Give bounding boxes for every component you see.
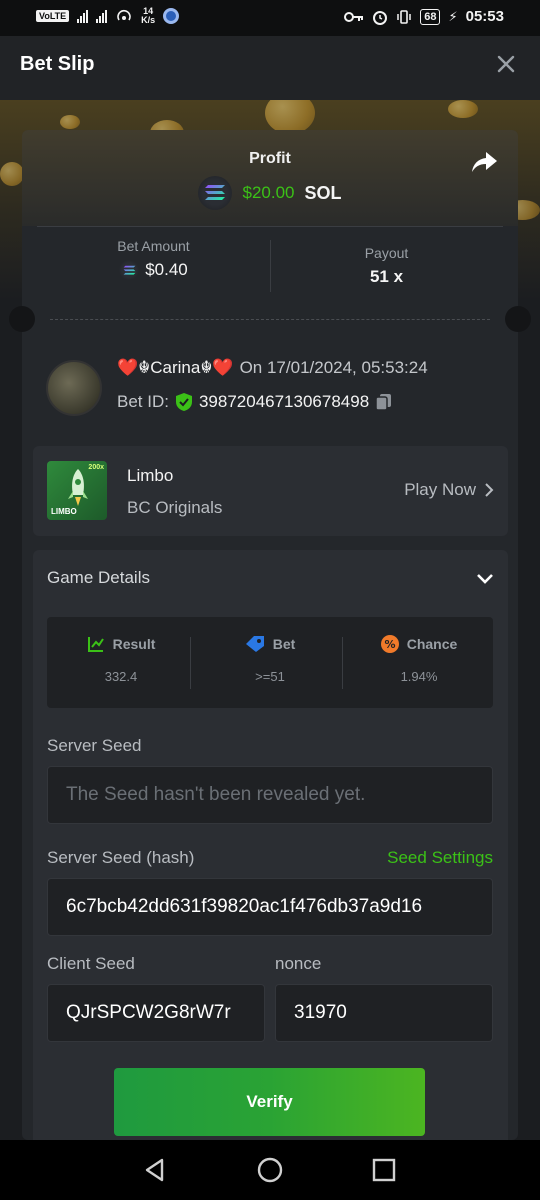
- sol-icon: [198, 176, 233, 210]
- clock: 05:53: [465, 8, 504, 25]
- charging-icon: ⚡: [448, 8, 458, 24]
- bet-id-value: 398720467130678498: [198, 392, 370, 411]
- app-notification-icon: [163, 8, 180, 24]
- stats-divider: [190, 637, 191, 689]
- thumb-badge: 200x: [88, 464, 104, 471]
- dashed-divider: [50, 319, 490, 320]
- game-details-panel: Game Details Result 332.4 Bet >=51 % Cha…: [33, 550, 508, 1140]
- thumb-label: LIMBO: [51, 507, 77, 516]
- bet-date: On 17/01/2024, 05:53:24: [239, 358, 428, 377]
- bet-id-label: Bet ID:: [117, 392, 169, 411]
- home-icon[interactable]: [256, 1156, 284, 1184]
- nonce-field[interactable]: 31970: [275, 984, 493, 1042]
- stat-result-label: Result: [112, 636, 156, 652]
- chevron-right-icon: [485, 483, 494, 497]
- chevron-down-icon[interactable]: [474, 568, 496, 590]
- play-now-label: Play Now: [404, 480, 476, 499]
- payout-value: 51 x: [369, 267, 404, 286]
- bet-id-row: Bet ID: 398720467130678498: [117, 392, 393, 412]
- server-seed-hash-field[interactable]: 6c7bcb42dd631f39820ac1f476db37a9d16: [47, 878, 493, 936]
- key-icon: [344, 11, 364, 22]
- percent-icon: %: [380, 635, 399, 653]
- username[interactable]: ❤️☬Carina☬❤️: [117, 358, 234, 378]
- stat-chance: % Chance 1.94%: [345, 635, 493, 684]
- profit-label: Profit: [249, 150, 291, 167]
- game-provider: BC Originals: [127, 498, 223, 517]
- sol-icon-small: [119, 260, 140, 280]
- stat-bet-value: >=51: [255, 669, 285, 684]
- vibrate-icon: [397, 9, 411, 24]
- avatar[interactable]: [46, 360, 102, 416]
- server-seed-label: Server Seed: [47, 736, 142, 755]
- verify-button[interactable]: Verify: [114, 1068, 425, 1136]
- client-seed-field[interactable]: QJrSPCW2G8rW7r: [47, 984, 265, 1042]
- game-details-title[interactable]: Game Details: [47, 568, 150, 588]
- page-title: Bet Slip: [20, 53, 95, 75]
- verified-shield-icon: [175, 393, 192, 411]
- share-icon[interactable]: [470, 149, 498, 175]
- back-icon[interactable]: [141, 1156, 169, 1184]
- status-bar: VoLTE 14 K/s 68 ⚡ 05:53: [0, 0, 540, 36]
- seed-settings-link[interactable]: Seed Settings: [387, 848, 493, 868]
- stats-divider: [342, 637, 343, 689]
- net-speed: 14 K/s: [141, 6, 156, 25]
- battery-indicator: 68: [420, 8, 441, 25]
- play-now-link[interactable]: Play Now: [404, 480, 494, 500]
- svg-text:%: %: [384, 638, 395, 651]
- stat-chance-label: Chance: [406, 636, 458, 652]
- nonce-label: nonce: [275, 954, 322, 973]
- bet-slip-card: Profit $20.00 SOL Bet Amount $0.40 Payou…: [9, 130, 531, 1140]
- game-row[interactable]: 200x LIMBO Limbo BC Originals Play Now: [33, 446, 508, 536]
- client-seed-label: Client Seed: [47, 954, 135, 973]
- limbo-thumbnail: 200x LIMBO: [47, 461, 107, 520]
- bet-amount: Bet Amount $0.40: [37, 238, 270, 280]
- payout-label: Payout: [364, 245, 409, 261]
- close-icon[interactable]: [493, 51, 519, 77]
- server-seed-hash-label: Server Seed (hash): [47, 848, 195, 867]
- stat-chance-value: 1.94%: [400, 669, 438, 684]
- ticket-notch-left: [9, 306, 35, 332]
- alarm-icon: [373, 10, 388, 25]
- stat-bet-label: Bet: [272, 636, 296, 652]
- bet-slip-header: Bet Slip: [0, 36, 540, 100]
- game-name: Limbo: [127, 466, 174, 485]
- stat-result: Result 332.4: [47, 635, 195, 684]
- profit-row: $20.00 SOL: [22, 176, 518, 210]
- hotspot-icon: [117, 9, 131, 21]
- volte-badge: VoLTE: [36, 10, 70, 22]
- stat-bet: Bet >=51: [196, 635, 344, 684]
- server-seed-field[interactable]: The Seed hasn't been revealed yet.: [47, 766, 493, 824]
- stat-result-value: 332.4: [104, 669, 138, 684]
- recents-icon[interactable]: [370, 1156, 398, 1184]
- signal-icon: [77, 9, 89, 23]
- ticket-notch-right: [505, 306, 531, 332]
- bet-tag-icon: [245, 636, 264, 652]
- bet-slip-content: Profit $20.00 SOL Bet Amount $0.40 Payou…: [0, 100, 540, 1140]
- payout: Payout 51 x: [270, 245, 503, 287]
- stats-box: Result 332.4 Bet >=51 % Chance 1.94%: [47, 617, 493, 708]
- result-icon: [87, 637, 104, 652]
- android-nav-bar: [0, 1140, 540, 1200]
- user-line: ❤️☬Carina☬❤️ On 17/01/2024, 05:53:24: [117, 358, 428, 378]
- signal-icon-2: [96, 9, 108, 23]
- bet-amount-value: $0.40: [145, 260, 188, 279]
- copy-icon[interactable]: [375, 393, 393, 411]
- bet-amount-label: Bet Amount: [117, 238, 190, 254]
- divider: [37, 226, 503, 227]
- profit-amount: $20.00: [242, 183, 295, 202]
- profit-currency: SOL: [304, 182, 342, 203]
